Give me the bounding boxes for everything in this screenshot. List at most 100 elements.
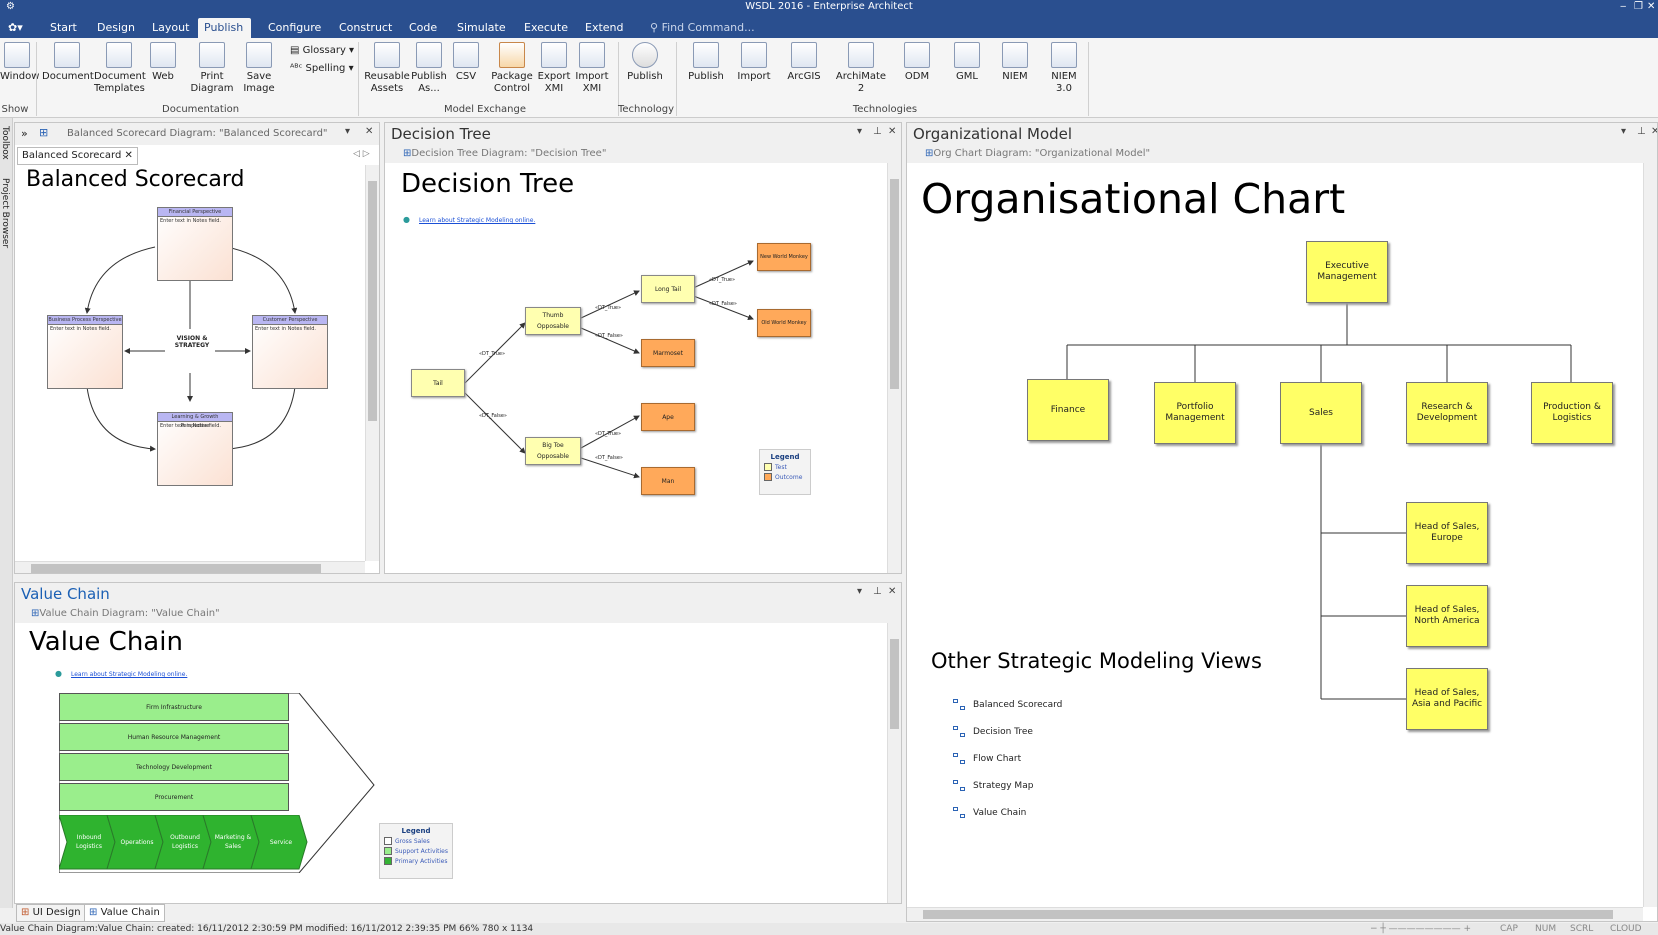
window-button[interactable]: Window [0, 42, 39, 83]
org-node-research[interactable]: Research & Development [1406, 382, 1488, 444]
dropdown-icon[interactable]: ▾ [1621, 126, 1626, 137]
primary-activity[interactable]: Marketing & Sales [209, 815, 257, 869]
document-templates-button[interactable]: Document Templates [94, 42, 146, 95]
view-link-decision-tree[interactable]: Decision Tree [953, 726, 1033, 738]
business-process-perspective-box[interactable]: Business Process Perspective Enter text i… [47, 315, 123, 389]
node-thumb-opposable[interactable]: Thumb Opposable [525, 307, 581, 335]
close-icon[interactable]: ✕ [365, 126, 373, 137]
odm-button[interactable]: ODM [902, 42, 932, 83]
menu-design[interactable]: Design [91, 18, 141, 38]
support-activity[interactable]: Procurement [59, 783, 289, 811]
menu-construct[interactable]: Construct [333, 18, 398, 38]
pin-icon[interactable]: ⊥ [1637, 126, 1646, 137]
org-node-head-europe[interactable]: Head of Sales, Europe [1406, 502, 1488, 564]
document-button[interactable]: Document [42, 42, 94, 83]
publish-technology-button[interactable]: Publish [626, 42, 664, 83]
import-button[interactable]: Import [734, 42, 774, 83]
vertical-scrollbar[interactable] [887, 623, 901, 903]
scroll-thumb[interactable] [31, 564, 321, 573]
support-activity[interactable]: Human Resource Management [59, 723, 289, 751]
restore-button[interactable]: ❐ [1634, 0, 1643, 14]
view-link-strategy-map[interactable]: Strategy Map [953, 780, 1033, 792]
scroll-thumb[interactable] [890, 639, 899, 729]
close-button[interactable]: ✕ [1647, 0, 1655, 14]
publish-as-button[interactable]: Publish As... [410, 42, 448, 95]
org-node-production[interactable]: Production & Logistics [1531, 382, 1613, 444]
project-browser-tab[interactable]: Project Browser [0, 178, 10, 248]
node-tail[interactable]: Tail [411, 369, 465, 397]
vertical-scrollbar[interactable] [1643, 163, 1657, 907]
horizontal-scrollbar[interactable] [15, 561, 365, 573]
tab-balanced-scorecard[interactable]: Balanced Scorecard ✕ [17, 147, 138, 165]
primary-activity[interactable]: Inbound Logistics [65, 815, 113, 869]
archimate-button[interactable]: ArchiMate 2 [834, 42, 888, 95]
strategic-modeling-link[interactable]: Learn about Strategic Modeling online. [71, 671, 187, 678]
toolbox-tab[interactable]: Toolbox [0, 126, 10, 160]
tab-value-chain[interactable]: ⊞ Value Chain [84, 904, 165, 922]
package-control-button[interactable]: Package Control [488, 42, 536, 95]
scroll-thumb[interactable] [890, 179, 899, 389]
menu-configure[interactable]: Configure [262, 18, 327, 38]
scroll-thumb[interactable] [368, 181, 377, 421]
scroll-thumb[interactable] [923, 910, 1613, 919]
node-long-tail[interactable]: Long Tail [641, 275, 695, 303]
close-icon[interactable]: ✕ [888, 586, 896, 597]
view-link-flow-chart[interactable]: Flow Chart [953, 753, 1021, 765]
menu-start[interactable]: Start [44, 18, 83, 38]
menu-extend[interactable]: Extend [579, 18, 630, 38]
org-node-sales[interactable]: Sales [1280, 382, 1362, 444]
gml-button[interactable]: GML [952, 42, 982, 83]
node-new-world-monkey[interactable]: New World Monkey [757, 243, 811, 271]
tab-ui-design[interactable]: ⊞ UI Design [16, 904, 86, 922]
financial-perspective-box[interactable]: Financial Perspective Enter text in Notes… [157, 207, 233, 281]
view-link-value-chain[interactable]: Value Chain [953, 807, 1026, 819]
app-menu-icon[interactable]: ✿▾ [2, 18, 29, 38]
node-marmoset[interactable]: Marmoset [641, 339, 695, 367]
dropdown-icon[interactable]: ▾ [857, 586, 862, 597]
org-node-portfolio[interactable]: Portfolio Management [1154, 382, 1236, 444]
org-node-head-asia[interactable]: Head of Sales, Asia and Pacific [1406, 668, 1488, 730]
csv-button[interactable]: CSV [452, 42, 480, 83]
niem-button[interactable]: NIEM [1000, 42, 1030, 83]
find-command-input[interactable]: ⚲ Find Command... [644, 18, 761, 38]
pin-icon[interactable]: ⊥ [873, 586, 882, 597]
org-node-head-north-america[interactable]: Head of Sales, North America [1406, 585, 1488, 647]
web-button[interactable]: Web [148, 42, 178, 83]
primary-activity[interactable]: Outbound Logistics [161, 815, 209, 869]
node-old-world-monkey[interactable]: Old World Monkey [757, 309, 811, 337]
glossary-button[interactable]: ▤ Glossary ▾ [290, 44, 354, 58]
vertical-scrollbar[interactable] [365, 165, 379, 561]
node-ape[interactable]: Ape [641, 403, 695, 431]
pin-icon[interactable]: ⊥ [873, 126, 882, 137]
org-node-executive[interactable]: Executive Management [1306, 241, 1388, 303]
menu-layout[interactable]: Layout [146, 18, 195, 38]
customer-perspective-box[interactable]: Customer Perspective Enter text in Notes … [252, 315, 328, 389]
node-man[interactable]: Man [641, 467, 695, 495]
spelling-button[interactable]: ᴬᴮᶜ Spelling ▾ [290, 62, 354, 76]
org-node-finance[interactable]: Finance [1027, 379, 1109, 441]
vertical-scrollbar[interactable] [887, 163, 901, 573]
support-activity[interactable]: Technology Development [59, 753, 289, 781]
primary-activity[interactable]: Operations [113, 815, 161, 869]
save-image-button[interactable]: Save Image [238, 42, 280, 95]
close-icon[interactable]: ✕ [1651, 126, 1657, 137]
minimize-button[interactable]: ‒ [1620, 0, 1626, 14]
support-activity[interactable]: Firm Infrastructure [59, 693, 289, 721]
app-logo-icon[interactable]: ⚙ [6, 0, 15, 14]
menu-simulate[interactable]: Simulate [451, 18, 512, 38]
horizontal-scrollbar[interactable] [907, 907, 1643, 921]
import-xmi-button[interactable]: Import XMI [574, 42, 610, 95]
zoom-slider[interactable]: − ┼ ———————— + [1370, 923, 1471, 935]
expand-icon[interactable]: » [21, 127, 28, 140]
dropdown-icon[interactable]: ▾ [857, 126, 862, 137]
publish-button[interactable]: Publish [686, 42, 726, 83]
niem3-button[interactable]: NIEM 3.0 [1048, 42, 1080, 95]
node-big-toe-opposable[interactable]: Big Toe Opposable [525, 437, 581, 465]
menu-execute[interactable]: Execute [518, 18, 574, 38]
export-xmi-button[interactable]: Export XMI [536, 42, 572, 95]
reusable-assets-button[interactable]: Reusable Assets [364, 42, 410, 95]
view-link-balanced-scorecard[interactable]: Balanced Scorecard [953, 699, 1062, 711]
primary-activity[interactable]: Service [257, 815, 305, 869]
menu-publish[interactable]: Publish [198, 18, 251, 38]
print-diagram-button[interactable]: Print Diagram [188, 42, 236, 95]
